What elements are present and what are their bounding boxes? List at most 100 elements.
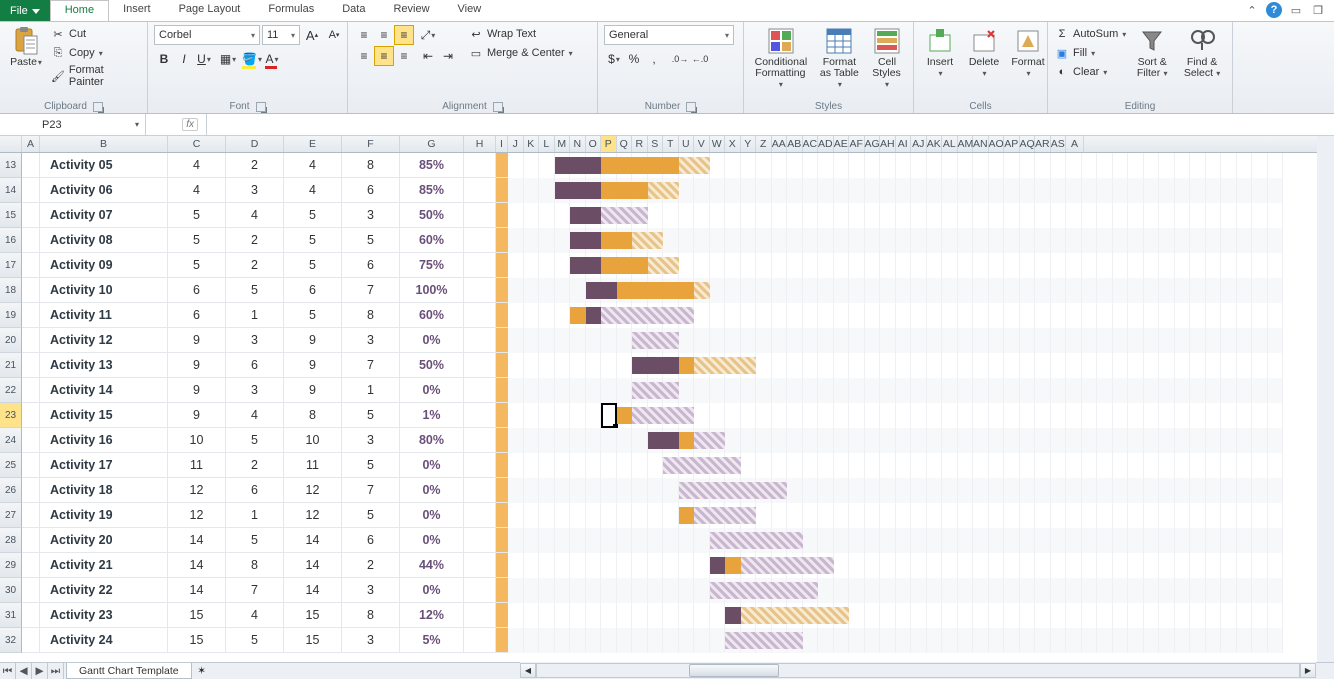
table-row[interactable]: 17Activity 09525675%	[0, 253, 1334, 278]
minimize-window-icon[interactable]: ▭	[1288, 2, 1304, 18]
col-header-AR[interactable]: AR	[1035, 136, 1051, 152]
tab-home[interactable]: Home	[50, 0, 109, 21]
col-header-G[interactable]: G	[400, 136, 464, 152]
col-header-AP[interactable]: AP	[1004, 136, 1020, 152]
clear-button[interactable]: ◐Clear▾	[1054, 63, 1126, 81]
align-center-button[interactable]: ≡	[374, 46, 394, 66]
wrap-text-button[interactable]: ↩Wrap Text	[468, 25, 573, 43]
col-header-L[interactable]: L	[539, 136, 555, 152]
tab-file[interactable]: File	[0, 0, 50, 21]
table-row[interactable]: 14Activity 06434685%	[0, 178, 1334, 203]
format-cells-button[interactable]: Format▾	[1008, 25, 1048, 81]
col-header-F[interactable]: F	[342, 136, 400, 152]
col-header-AF[interactable]: AF	[849, 136, 865, 152]
col-header-AO[interactable]: AO	[989, 136, 1005, 152]
cut-button[interactable]: ✂Cut	[50, 25, 141, 43]
shrink-font-button[interactable]: A▾	[324, 25, 344, 45]
formula-input[interactable]	[206, 114, 1334, 135]
table-row[interactable]: 18Activity 106567100%	[0, 278, 1334, 303]
sheet-tab[interactable]: Gantt Chart Template	[66, 663, 192, 679]
col-header-Y[interactable]: Y	[741, 136, 757, 152]
hscroll-left-icon[interactable]: ◀	[520, 663, 536, 678]
col-header-A[interactable]: A	[1066, 136, 1084, 152]
underline-button[interactable]: U▾	[194, 49, 214, 69]
col-header-N[interactable]: N	[570, 136, 586, 152]
table-row[interactable]: 15Activity 07545350%	[0, 203, 1334, 228]
format-as-table-button[interactable]: Format as Table ▾	[816, 25, 863, 92]
grow-font-button[interactable]: A▴	[302, 25, 322, 45]
col-header-AJ[interactable]: AJ	[911, 136, 927, 152]
hscroll-right-icon[interactable]: ▶	[1300, 663, 1316, 678]
table-row[interactable]: 20Activity 1293930%	[0, 328, 1334, 353]
table-row[interactable]: 32Activity 241551535%	[0, 628, 1334, 653]
col-header-I[interactable]: I	[496, 136, 508, 152]
col-header-M[interactable]: M	[555, 136, 571, 152]
paste-button[interactable]: Paste▾	[6, 25, 46, 70]
font-dialog-icon[interactable]	[256, 102, 266, 112]
col-header-AE[interactable]: AE	[834, 136, 850, 152]
table-row[interactable]: 25Activity 171121150%	[0, 453, 1334, 478]
table-row[interactable]: 22Activity 1493910%	[0, 378, 1334, 403]
col-header-AC[interactable]: AC	[803, 136, 819, 152]
horizontal-scrollbar[interactable]: ◀ ▶	[520, 662, 1316, 679]
col-header-U[interactable]: U	[679, 136, 695, 152]
col-header-O[interactable]: O	[586, 136, 602, 152]
column-headers[interactable]: ABCDEFGHIJKLMNOPQRSTUVWXYZAAABACADAEAFAG…	[0, 136, 1334, 153]
col-header-R[interactable]: R	[632, 136, 648, 152]
fill-button[interactable]: ▣Fill▾	[1054, 44, 1126, 62]
bold-button[interactable]: B	[154, 49, 174, 69]
col-header-AK[interactable]: AK	[927, 136, 943, 152]
fill-color-button[interactable]: 🪣▾	[242, 49, 262, 69]
col-header-S[interactable]: S	[648, 136, 664, 152]
new-sheet-icon[interactable]: ✶	[192, 663, 212, 679]
hscroll-thumb[interactable]	[689, 664, 779, 677]
col-header-A[interactable]: A	[22, 136, 40, 152]
col-header-C[interactable]: C	[168, 136, 226, 152]
tab-insert[interactable]: Insert	[109, 0, 165, 21]
align-bottom-button[interactable]: ≡	[394, 25, 414, 45]
font-size-combo[interactable]: 11▾	[262, 25, 300, 45]
table-row[interactable]: 26Activity 181261270%	[0, 478, 1334, 503]
delete-cells-button[interactable]: Delete▾	[964, 25, 1004, 81]
tab-review[interactable]: Review	[379, 0, 443, 21]
number-format-combo[interactable]: General▾	[604, 25, 734, 45]
align-middle-button[interactable]: ≡	[374, 25, 394, 45]
sheet-nav-prev-icon[interactable]: ◀	[16, 663, 32, 679]
col-header-AS[interactable]: AS	[1051, 136, 1067, 152]
find-select-button[interactable]: Find & Select ▾	[1178, 25, 1226, 81]
sort-filter-button[interactable]: Sort & Filter ▾	[1130, 25, 1174, 81]
col-header-X[interactable]: X	[725, 136, 741, 152]
clipboard-dialog-icon[interactable]	[93, 102, 103, 112]
col-header-P[interactable]: P	[601, 136, 617, 152]
col-header-AG[interactable]: AG	[865, 136, 881, 152]
col-header-Z[interactable]: Z	[756, 136, 772, 152]
help-icon[interactable]: ?	[1266, 2, 1282, 18]
col-header-E[interactable]: E	[284, 136, 342, 152]
table-row[interactable]: 23Activity 1594851%	[0, 403, 1334, 428]
table-row[interactable]: 27Activity 191211250%	[0, 503, 1334, 528]
table-row[interactable]: 24Activity 1610510380%	[0, 428, 1334, 453]
table-row[interactable]: 31Activity 2315415812%	[0, 603, 1334, 628]
col-header-Q[interactable]: Q	[617, 136, 633, 152]
percent-format-button[interactable]: %	[624, 49, 644, 69]
name-box[interactable]: P23▾	[36, 114, 146, 135]
col-header-AI[interactable]: AI	[896, 136, 912, 152]
table-row[interactable]: 30Activity 221471430%	[0, 578, 1334, 603]
increase-indent-button[interactable]: ⇥	[438, 46, 458, 66]
insert-cells-button[interactable]: Insert▾	[920, 25, 960, 81]
col-header-V[interactable]: V	[694, 136, 710, 152]
col-header-AB[interactable]: AB	[787, 136, 803, 152]
col-header-AD[interactable]: AD	[818, 136, 834, 152]
autosum-button[interactable]: ΣAutoSum▾	[1054, 25, 1126, 43]
accounting-format-button[interactable]: $▾	[604, 49, 624, 69]
col-header-AL[interactable]: AL	[942, 136, 958, 152]
copy-button[interactable]: ⎘Copy▾	[50, 44, 141, 62]
col-header-W[interactable]: W	[710, 136, 726, 152]
alignment-dialog-icon[interactable]	[493, 102, 503, 112]
sheet-nav-next-icon[interactable]: ▶	[32, 663, 48, 679]
orientation-button[interactable]: ⤢▾	[418, 25, 438, 45]
font-color-button[interactable]: A▾	[262, 49, 282, 69]
table-row[interactable]: 19Activity 11615860%	[0, 303, 1334, 328]
comma-format-button[interactable]: ,	[644, 49, 664, 69]
merge-center-button[interactable]: ▭Merge & Center▾	[468, 44, 573, 62]
